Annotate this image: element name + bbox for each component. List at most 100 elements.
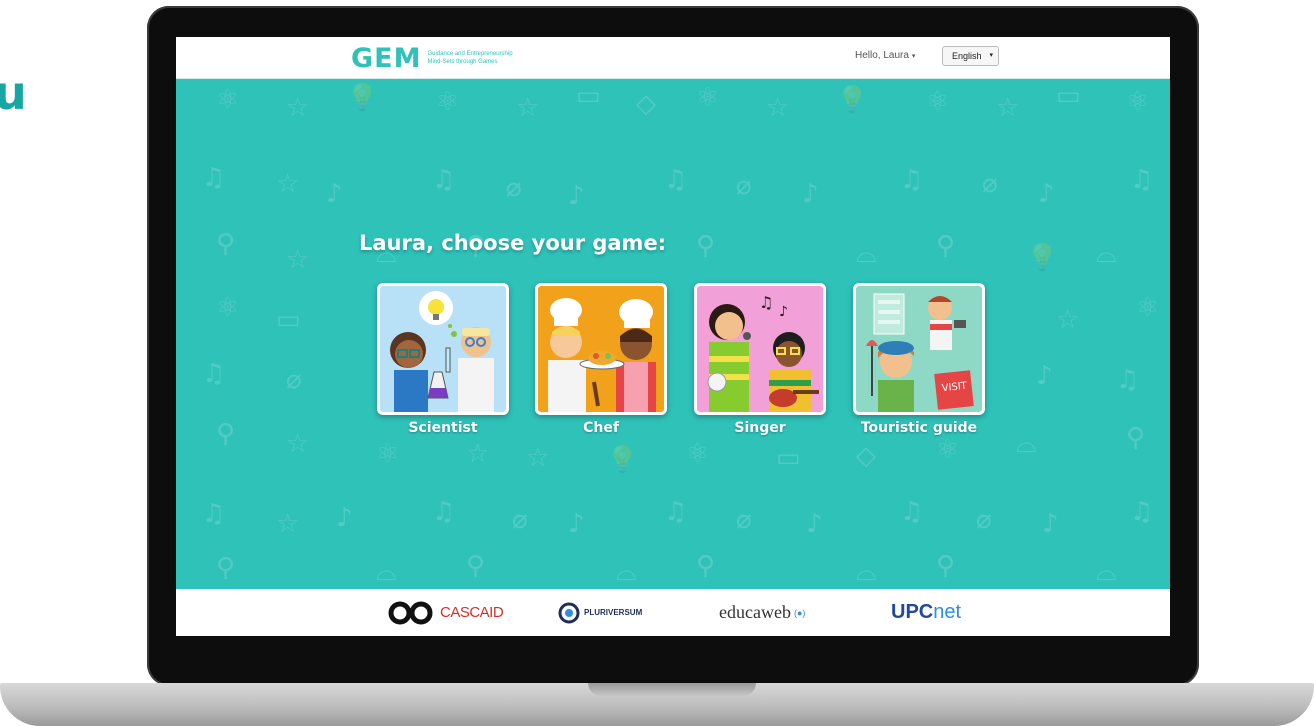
test-tube-icon: ⌀ (736, 505, 752, 535)
star-icon: ☆ (276, 509, 300, 539)
music-note-icon: ♫ (1116, 365, 1140, 395)
game-card-scientist[interactable]: Scientist (377, 283, 509, 436)
music-note-icon: ♪ (806, 509, 823, 539)
music-note-icon: ♪ (326, 179, 343, 209)
partner-name: PLURIVERSUM (584, 608, 643, 617)
whisk-icon: ⚲ (696, 551, 716, 581)
game-thumbnail: ♫ ♪ (694, 283, 826, 415)
game-label: Scientist (408, 420, 478, 436)
star-icon: ☆ (276, 169, 300, 199)
music-note-icon: ♫ (432, 497, 456, 527)
partner-logo-cascaid[interactable]: CASCAID (388, 589, 504, 636)
doodle-background: ⚛ ☆ 💡 ⚛ ☆ ▭ ◇ ⚛ ☆ 💡 ⚛ ☆ ▭ ⚛ ♫ ☆ ♪ ♫ ⌀ ♪ … (176, 79, 1170, 589)
music-note-icon: ♪ (1042, 509, 1059, 539)
star-icon: ☆ (516, 93, 540, 123)
top-navbar: GEM Guidance and Entrepreneurship Mind-S… (176, 37, 1170, 79)
atom-icon: ⚛ (696, 83, 720, 113)
pot-icon: ⌓ (1096, 557, 1117, 587)
music-note-icon: ♪ (1036, 361, 1053, 391)
pot-icon: ⌓ (1016, 429, 1037, 459)
star-icon: ☆ (286, 429, 310, 459)
guitar-pick-icon: ◇ (856, 441, 876, 471)
music-note-icon: ♫ (900, 497, 924, 527)
test-tube-icon: ⌀ (506, 173, 522, 203)
whisk-icon: ⚲ (216, 229, 236, 259)
whisk-icon: ⚲ (936, 231, 956, 261)
logo-wordmark: GEM (351, 42, 422, 74)
user-menu[interactable]: Hello, Laura ▾ (855, 50, 915, 61)
language-value: English (952, 51, 982, 61)
whisk-icon: ⚲ (216, 419, 236, 449)
game-label: Touristic guide (860, 420, 978, 436)
test-tube-icon: ⌀ (982, 169, 998, 199)
educaweb-mark-icon: (●) (793, 607, 806, 618)
atom-icon: ⚛ (376, 439, 400, 469)
singer-illustration: ♫ ♪ (707, 293, 819, 412)
chevron-down-icon: ▾ (989, 52, 993, 59)
music-note-icon: ♫ (202, 163, 226, 193)
whisk-icon: ⚲ (1126, 423, 1146, 453)
game-thumbnail: VISIT (853, 283, 985, 415)
partner-name-suffix: net (933, 601, 962, 623)
partner-name: educaweb (719, 602, 791, 622)
partner-logo-educaweb[interactable]: educaweb (●) (719, 589, 805, 636)
star-icon: ☆ (466, 439, 490, 469)
music-note-icon: ♫ (202, 359, 226, 389)
test-tube-icon: ⌀ (286, 365, 302, 395)
gem-logo[interactable]: GEM Guidance and Entrepreneurship Mind-S… (351, 42, 527, 74)
star-icon: ☆ (286, 93, 310, 123)
music-note-icon: ♪ (568, 181, 585, 211)
atom-icon: ⚛ (216, 293, 240, 323)
language-select[interactable]: English ▾ (942, 46, 999, 66)
lightbulb-icon: 💡 (836, 85, 869, 115)
book-icon: ▭ (1056, 81, 1081, 111)
atom-icon: ⚛ (926, 87, 950, 117)
pot-icon: ⌓ (616, 557, 637, 587)
atom-icon: ⚛ (436, 87, 460, 117)
game-card-touristic-guide[interactable]: VISIT Touristic guide (853, 283, 985, 436)
lightbulb-icon: 💡 (606, 445, 639, 475)
star-icon: ☆ (526, 443, 550, 473)
partner-name: CASCAID (440, 604, 504, 621)
whisk-icon: ⚲ (936, 551, 956, 581)
pot-icon: ⌓ (856, 239, 877, 269)
star-icon: ☆ (286, 245, 310, 275)
partner-logo-pluriversum[interactable]: PLURIVERSUM (558, 589, 642, 636)
music-note-icon: ♫ (664, 165, 688, 195)
music-note-icon: ♫ (664, 497, 688, 527)
test-tube-icon: ⌀ (512, 505, 528, 535)
game-label: Chef (583, 420, 619, 436)
chef-illustration (548, 298, 656, 412)
game-card-singer[interactable]: ♫ ♪ Singer (694, 283, 826, 436)
atom-icon: ⚛ (686, 439, 710, 469)
star-icon: ☆ (996, 93, 1020, 123)
svg-text:♪: ♪ (779, 304, 788, 320)
infinity-icon (388, 601, 433, 624)
partners-footer: CASCAID PLURIVERSUM educaweb (●) UPC net (176, 589, 1170, 636)
pot-icon: ⌓ (856, 557, 877, 587)
book-icon: ▭ (776, 443, 801, 473)
whisk-icon: ⚲ (466, 551, 486, 581)
chevron-down-icon: ▾ (911, 53, 916, 60)
atom-icon: ⚛ (936, 435, 960, 465)
game-thumbnail (535, 283, 667, 415)
music-note-icon: ♪ (802, 179, 819, 209)
pot-icon: ⌓ (376, 557, 397, 587)
pot-icon: ⌓ (1096, 239, 1117, 269)
partner-logo-upcnet[interactable]: UPC net (891, 589, 961, 636)
laptop-hinge-notch (588, 683, 756, 696)
music-note-icon: ♪ (336, 503, 353, 533)
game-thumbnail (377, 283, 509, 415)
page-heading: Laura, choose your game: (359, 231, 667, 255)
game-card-chef[interactable]: Chef (535, 283, 667, 436)
book-icon: ▭ (576, 81, 601, 111)
music-note-icon: ♫ (1130, 497, 1154, 527)
logo-tagline: Guidance and Entrepreneurship Mind-Sets … (427, 51, 513, 65)
music-note-icon: ♫ (432, 165, 456, 195)
book-icon: ▭ (276, 305, 301, 335)
music-note-icon: ♫ (900, 165, 924, 195)
lightbulb-icon: 💡 (1026, 243, 1059, 273)
user-greeting: Hello, Laura (855, 50, 909, 61)
star-icon: ☆ (1056, 305, 1080, 335)
touristic-guide-illustration: VISIT (866, 293, 974, 412)
